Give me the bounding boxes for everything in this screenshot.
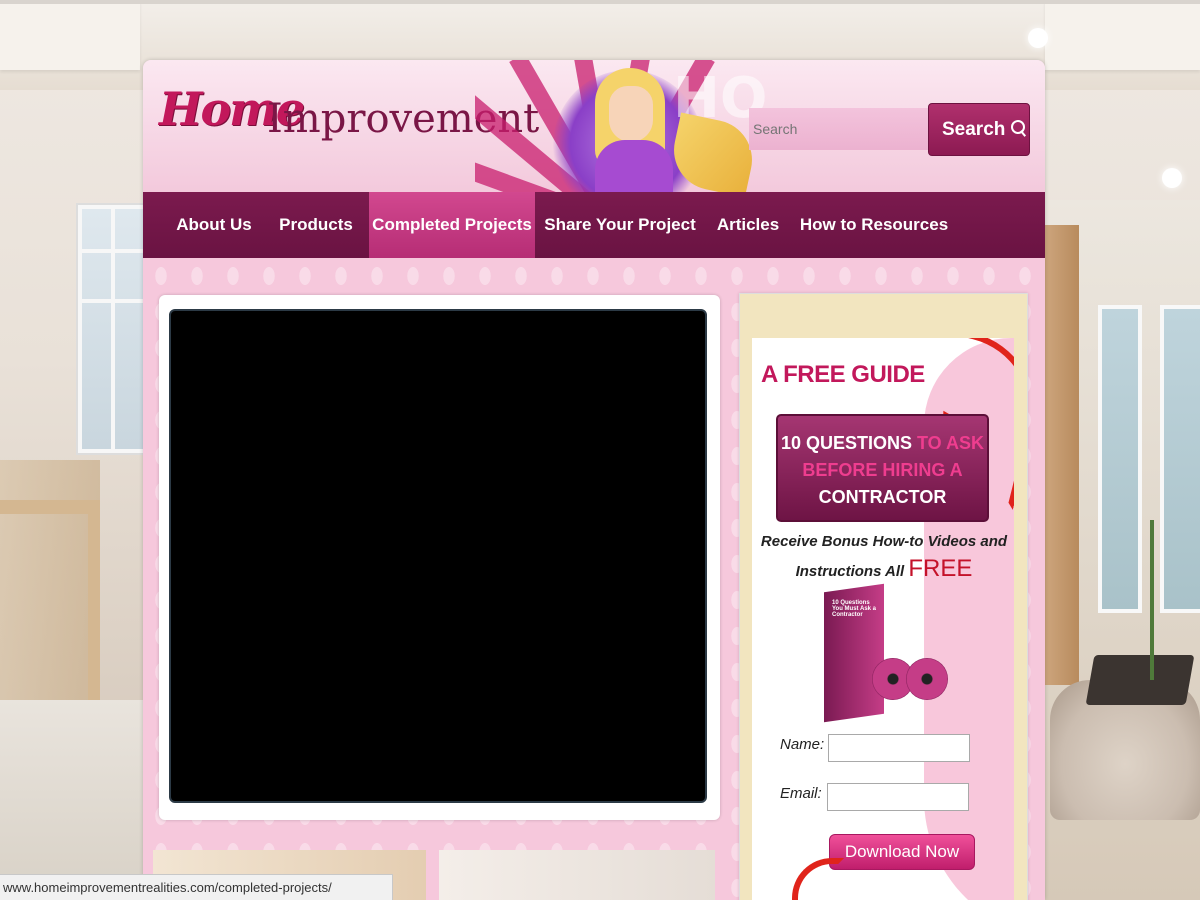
email-field[interactable] bbox=[827, 783, 969, 811]
name-field[interactable] bbox=[828, 734, 970, 762]
download-now-button[interactable]: Download Now bbox=[829, 834, 975, 870]
ceiling-light bbox=[1028, 28, 1048, 48]
ceiling-light bbox=[1162, 168, 1182, 188]
window bbox=[1098, 305, 1142, 613]
ceiling-beam bbox=[0, 0, 140, 70]
guide-product-title: 10 Questions You Must Ask a Contractor bbox=[832, 600, 877, 618]
bonus-line-1: Receive Bonus How-to Videos and bbox=[760, 533, 1008, 550]
search-button[interactable]: Search bbox=[928, 103, 1030, 156]
browser-status-url: www.homeimprovementrealities.com/complet… bbox=[0, 874, 393, 900]
nav-completed-projects[interactable]: Completed Projects bbox=[369, 192, 535, 258]
bonus-free: FREE bbox=[908, 555, 973, 582]
search-icon bbox=[1011, 119, 1026, 134]
hero-girl-body bbox=[595, 140, 673, 192]
header: Home Improvement HO Search bbox=[143, 60, 1045, 198]
free-guide-form: A FREE GUIDE 10 QUESTIONS TO ASK BEFORE … bbox=[752, 338, 1014, 900]
window bbox=[78, 205, 152, 453]
headline-part: TO ASK bbox=[917, 433, 985, 453]
window bbox=[1160, 305, 1200, 613]
headline-part: 10 QUESTIONS bbox=[780, 433, 912, 453]
nav-about-us[interactable]: About Us bbox=[167, 192, 261, 258]
free-guide-title: A FREE GUIDE bbox=[761, 361, 925, 388]
hero-girl-face bbox=[609, 86, 653, 142]
search-input[interactable] bbox=[749, 108, 929, 150]
video-player[interactable] bbox=[169, 309, 707, 803]
nav-share-your-project[interactable]: Share Your Project bbox=[541, 192, 699, 258]
tray bbox=[1085, 655, 1195, 705]
ceiling-beam bbox=[1045, 0, 1200, 70]
video-card bbox=[159, 295, 720, 820]
headline-part: BEFORE HIRING A bbox=[802, 460, 963, 480]
shelf bbox=[1045, 225, 1079, 685]
email-label: Email: bbox=[780, 785, 822, 802]
project-thumbnail[interactable] bbox=[439, 850, 715, 900]
bonus-line-2: Instructions All bbox=[795, 563, 905, 580]
nav-products[interactable]: Products bbox=[271, 192, 361, 258]
bonus-text: Receive Bonus How-to Videos and Instruct… bbox=[760, 528, 1008, 585]
red-arrow-icon bbox=[792, 858, 844, 900]
nav-how-to-resources[interactable]: How to Resources bbox=[799, 192, 949, 258]
search-button-label: Search bbox=[942, 118, 1006, 140]
site-container: Home Improvement HO Search About Us Prod… bbox=[143, 60, 1045, 900]
floor bbox=[0, 700, 145, 900]
main-nav: About Us Products Completed Projects Sha… bbox=[143, 192, 1045, 258]
dvd-disc-icon bbox=[906, 658, 948, 700]
rail bbox=[88, 500, 100, 710]
free-guide-panel: A FREE GUIDE 10 QUESTIONS TO ASK BEFORE … bbox=[739, 293, 1028, 900]
wood-planks bbox=[0, 460, 100, 700]
plant bbox=[1150, 520, 1154, 680]
name-label: Name: bbox=[780, 736, 825, 753]
browser-top-border bbox=[0, 0, 1200, 4]
guide-headline-box: 10 QUESTIONS TO ASK BEFORE HIRING A CONT… bbox=[776, 414, 989, 522]
rail bbox=[0, 500, 100, 514]
nav-articles[interactable]: Articles bbox=[707, 192, 789, 258]
headline-part: CONTRACTOR bbox=[818, 487, 947, 507]
